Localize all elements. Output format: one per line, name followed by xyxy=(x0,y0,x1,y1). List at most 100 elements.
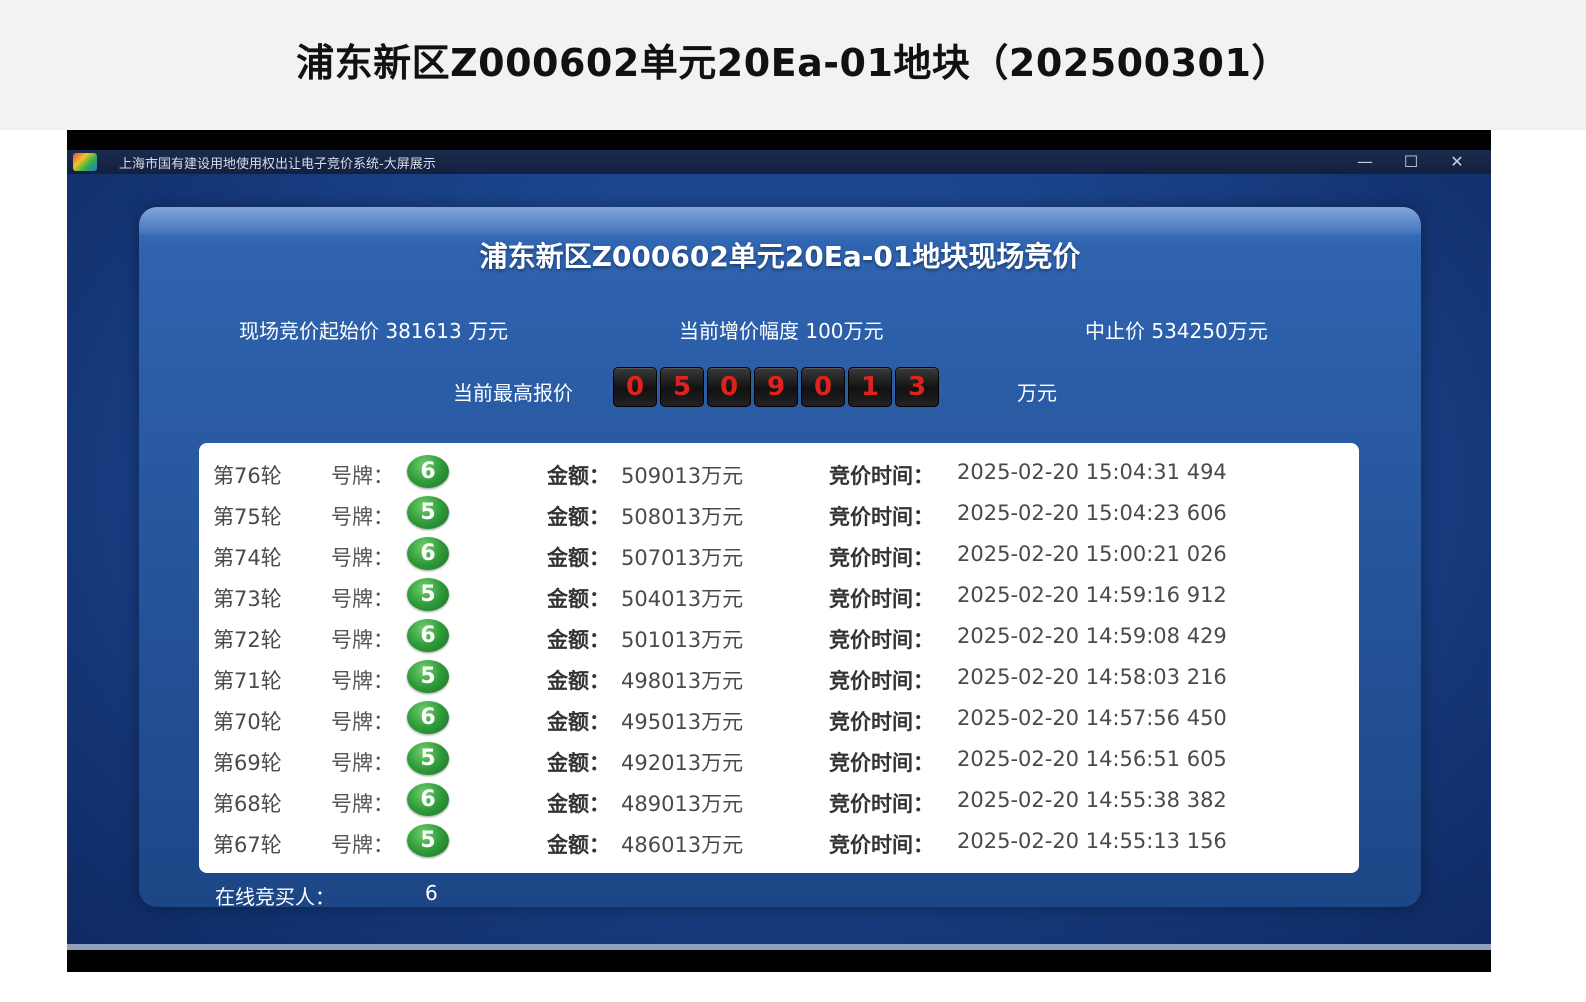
plate-badge: 5 xyxy=(407,578,449,611)
bid-row: 第75轮 号牌： 5 金额： 508013万元 竞价时间： 2025-02-20… xyxy=(199,493,1359,534)
amount-label: 金额： xyxy=(547,587,610,611)
amount-label: 金额： xyxy=(547,669,610,693)
current-high-label: 当前最高报价 xyxy=(453,381,573,405)
plate-badge: 6 xyxy=(407,455,449,488)
plate-label: 号牌： xyxy=(331,669,394,693)
bid-time: 2025-02-20 15:00:21 026 xyxy=(957,542,1227,566)
plate-badge: 5 xyxy=(407,824,449,857)
bid-round: 第76轮 xyxy=(213,464,282,488)
amount-label: 金额： xyxy=(547,464,610,488)
amount-label: 金额： xyxy=(547,751,610,775)
bid-amount: 498013万元 xyxy=(621,669,744,693)
bid-row: 第74轮 号牌： 6 金额： 507013万元 竞价时间： 2025-02-20… xyxy=(199,534,1359,575)
time-label: 竞价时间： xyxy=(829,792,934,816)
bid-amount: 501013万元 xyxy=(621,628,744,652)
price-digit: 0 xyxy=(707,367,751,407)
price-increment: 当前增价幅度 100万元 xyxy=(679,319,884,343)
price-digit: 1 xyxy=(848,367,892,407)
price-digit: 5 xyxy=(660,367,704,407)
price-digit: 0 xyxy=(801,367,845,407)
maximize-button[interactable]: ☐ xyxy=(1391,150,1431,174)
plate-label: 号牌： xyxy=(331,628,394,652)
bid-row: 第70轮 号牌： 6 金额： 495013万元 竞价时间： 2025-02-20… xyxy=(199,698,1359,739)
bid-round: 第67轮 xyxy=(213,833,282,857)
amount-label: 金额： xyxy=(547,833,610,857)
bid-row: 第71轮 号牌： 5 金额： 498013万元 竞价时间： 2025-02-20… xyxy=(199,657,1359,698)
auction-panel: 浦东新区Z000602单元20Ea-01地块现场竞价 现场竞价起始价 38161… xyxy=(139,207,1421,909)
bid-round: 第70轮 xyxy=(213,710,282,734)
bid-time: 2025-02-20 14:58:03 216 xyxy=(957,665,1227,689)
time-label: 竞价时间： xyxy=(829,587,934,611)
stage-bottom-edge xyxy=(67,944,1491,950)
plate-label: 号牌： xyxy=(331,792,394,816)
time-label: 竞价时间： xyxy=(829,546,934,570)
amount-label: 金额： xyxy=(547,628,610,652)
bid-round: 第71轮 xyxy=(213,669,282,693)
plate-badge: 6 xyxy=(407,537,449,570)
plate-badge: 6 xyxy=(407,619,449,652)
plate-label: 号牌： xyxy=(331,546,394,570)
plate-label: 号牌： xyxy=(331,505,394,529)
bid-row: 第67轮 号牌： 5 金额： 486013万元 竞价时间： 2025-02-20… xyxy=(199,821,1359,862)
plate-label: 号牌： xyxy=(331,464,394,488)
time-label: 竞价时间： xyxy=(829,505,934,529)
time-label: 竞价时间： xyxy=(829,669,934,693)
auction-title: 浦东新区Z000602单元20Ea-01地块现场竞价 xyxy=(479,240,1081,273)
price-digit: 9 xyxy=(754,367,798,407)
price-digit: 0 xyxy=(613,367,657,407)
plate-label: 号牌： xyxy=(331,833,394,857)
plate-badge: 6 xyxy=(407,783,449,816)
time-label: 竞价时间： xyxy=(829,710,934,734)
bid-round: 第74轮 xyxy=(213,546,282,570)
plate-badge: 5 xyxy=(407,496,449,529)
display-stage: 浦东新区Z000602单元20Ea-01地块现场竞价 现场竞价起始价 38161… xyxy=(67,174,1491,944)
time-label: 竞价时间： xyxy=(829,833,934,857)
plate-badge: 5 xyxy=(407,660,449,693)
bid-round: 第75轮 xyxy=(213,505,282,529)
bid-amount: 492013万元 xyxy=(621,751,744,775)
amount-label: 金额： xyxy=(547,792,610,816)
start-price: 现场竞价起始价 381613 万元 xyxy=(239,319,509,343)
bid-amount: 507013万元 xyxy=(621,546,744,570)
page-headline: 浦东新区Z000602单元20Ea-01地块（202500301） xyxy=(296,41,1290,85)
bid-round: 第69轮 xyxy=(213,751,282,775)
bid-amount: 509013万元 xyxy=(621,464,744,488)
price-digit: 3 xyxy=(895,367,939,407)
window-title: 上海市国有建设用地使用权出让电子竞价系统-大屏展示 xyxy=(119,157,436,172)
bid-round: 第72轮 xyxy=(213,628,282,652)
minimize-button[interactable]: — xyxy=(1345,150,1385,174)
current-high-unit: 万元 xyxy=(1017,381,1057,405)
amount-label: 金额： xyxy=(547,546,610,570)
bid-time: 2025-02-20 14:59:16 912 xyxy=(957,583,1227,607)
app-logo-icon xyxy=(73,153,97,171)
bid-time: 2025-02-20 14:55:13 156 xyxy=(957,829,1227,853)
bid-time: 2025-02-20 15:04:23 606 xyxy=(957,501,1227,525)
plate-badge: 5 xyxy=(407,742,449,775)
amount-label: 金额： xyxy=(547,505,610,529)
bid-time: 2025-02-20 14:56:51 605 xyxy=(957,747,1227,771)
amount-label: 金额： xyxy=(547,710,610,734)
bid-amount: 508013万元 xyxy=(621,505,744,529)
bid-time: 2025-02-20 14:59:08 429 xyxy=(957,624,1227,648)
bid-history-list: 第76轮 号牌： 6 金额： 509013万元 竞价时间： 2025-02-20… xyxy=(199,443,1359,873)
bid-time: 2025-02-20 14:55:38 382 xyxy=(957,788,1227,812)
online-bidders-count: 6 xyxy=(425,881,438,905)
time-label: 竞价时间： xyxy=(829,464,934,488)
bid-row: 第68轮 号牌： 6 金额： 489013万元 竞价时间： 2025-02-20… xyxy=(199,780,1359,821)
close-button[interactable]: ✕ xyxy=(1437,150,1477,174)
window-titlebar: 上海市国有建设用地使用权出让电子竞价系统-大屏展示 — ☐ ✕ xyxy=(67,150,1491,174)
online-bidders-label: 在线竞买人： xyxy=(215,885,335,909)
plate-label: 号牌： xyxy=(331,587,394,611)
panel-sheen xyxy=(139,207,1421,235)
bid-amount: 486013万元 xyxy=(621,833,744,857)
bid-amount: 489013万元 xyxy=(621,792,744,816)
bid-amount: 495013万元 xyxy=(621,710,744,734)
bid-round: 第73轮 xyxy=(213,587,282,611)
cap-price: 中止价 534250万元 xyxy=(1085,319,1268,343)
plate-label: 号牌： xyxy=(331,751,394,775)
bid-time: 2025-02-20 15:04:31 494 xyxy=(957,460,1227,484)
auction-screen: 上海市国有建设用地使用权出让电子竞价系统-大屏展示 — ☐ ✕ 浦东新区Z000… xyxy=(67,130,1491,972)
current-high-digits: 0 5 0 9 0 1 3 xyxy=(613,367,939,407)
bid-round: 第68轮 xyxy=(213,792,282,816)
time-label: 竞价时间： xyxy=(829,751,934,775)
